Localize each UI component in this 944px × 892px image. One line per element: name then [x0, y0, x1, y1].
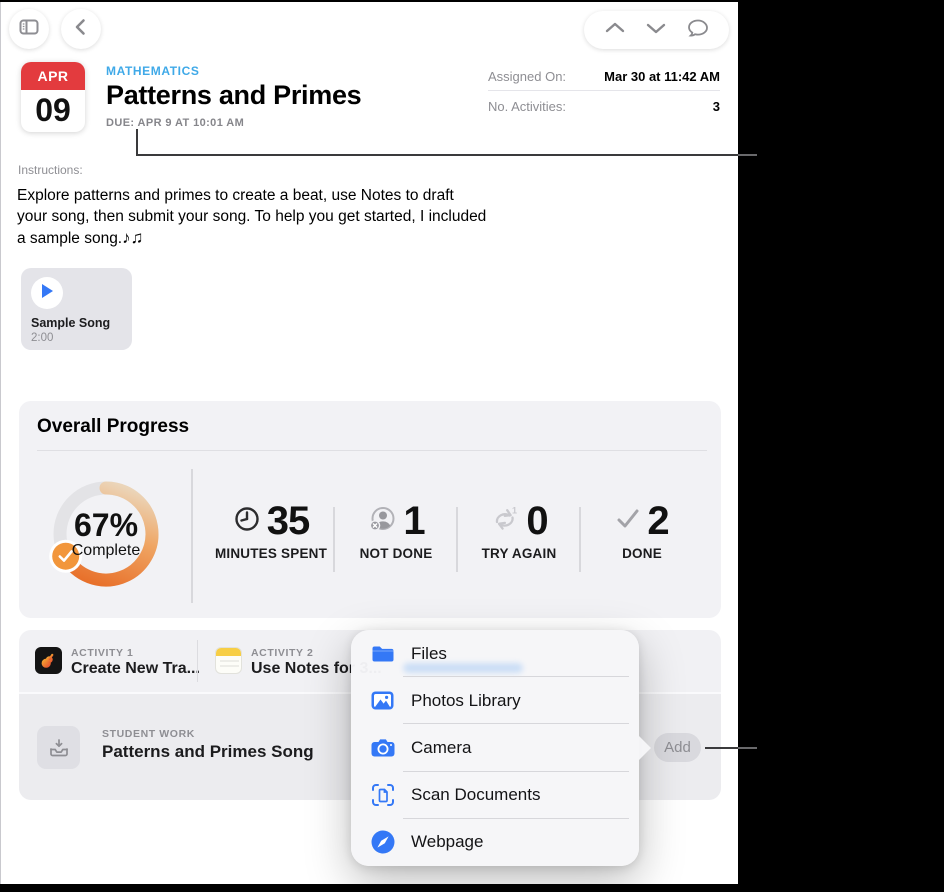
stat-value: 2 [647, 499, 668, 544]
stat-minutes-spent: 35 MINUTES SPENT [204, 499, 338, 561]
menu-item-files[interactable]: Files [351, 630, 639, 677]
due-date-text: DUE: APR 9 AT 10:01 AM [106, 117, 244, 129]
activity-1[interactable]: ACTIVITY 1 Create New Tra... [35, 647, 200, 678]
menu-item-scan-documents[interactable]: Scan Documents [351, 772, 639, 819]
menu-label: Scan Documents [411, 785, 540, 805]
student-work-kind: STUDENT WORK [102, 728, 195, 740]
add-options-popup: Files Photos Library [351, 630, 639, 866]
student-work-title: Patterns and Primes Song [102, 742, 314, 762]
stat-try-again: 1 0 TRY AGAIN [452, 499, 586, 561]
meta-activities-count: No. Activities: 3 [488, 94, 720, 118]
attachment-title: Sample Song [31, 316, 110, 330]
instructions-label: Instructions: [18, 163, 83, 177]
stat-done: 2 DONE [575, 499, 709, 561]
submit-tray-icon [37, 726, 80, 769]
sample-song-attachment[interactable]: Sample Song 2:00 [21, 268, 132, 350]
notes-app-icon [215, 647, 242, 674]
camera-icon [369, 734, 396, 761]
progress-title-divider [37, 450, 707, 451]
chevron-down-button[interactable] [643, 18, 669, 43]
menu-label: Webpage [411, 832, 483, 852]
menu-item-camera[interactable]: Camera [351, 724, 639, 771]
stat-value: 1 [403, 499, 424, 544]
meta-divider [488, 90, 720, 91]
assignment-title: Patterns and Primes [106, 80, 361, 111]
person-not-done-icon [367, 504, 397, 539]
music-notes-icon: ♪♫ [122, 228, 143, 247]
repeat-icon: 1 [490, 504, 520, 539]
photos-icon [369, 687, 396, 714]
folder-icon [369, 640, 396, 667]
svg-text:1: 1 [512, 505, 517, 515]
popup-pointer-arrow [637, 734, 651, 762]
meta-label: Assigned On: [488, 69, 566, 84]
stat-value: 35 [267, 499, 310, 544]
play-button[interactable] [31, 277, 63, 309]
header-toolbar [584, 11, 729, 49]
progress-main-divider [191, 469, 193, 603]
scan-documents-icon [369, 782, 396, 809]
comment-bubble-button[interactable] [685, 16, 711, 45]
meta-label: No. Activities: [488, 99, 566, 114]
compass-icon [369, 829, 396, 856]
meta-value: Mar 30 at 11:42 AM [604, 69, 720, 84]
menu-item-photos-library[interactable]: Photos Library [351, 677, 639, 724]
activities-divider [197, 640, 198, 682]
progress-percent-group: 67% Complete [46, 474, 166, 594]
progress-percent: 67% [74, 509, 138, 541]
activity-kind: ACTIVITY 1 [71, 647, 200, 659]
stat-label: TRY AGAIN [482, 546, 557, 561]
assignment-meta: Assigned On: Mar 30 at 11:42 AM No. Acti… [488, 64, 720, 118]
menu-item-webpage[interactable]: Webpage [351, 819, 639, 866]
schoolwork-app-window: APR 09 MATHEMATICS Patterns and Primes D… [0, 2, 738, 884]
garageband-app-icon [35, 647, 62, 674]
subject-label: MATHEMATICS [106, 64, 199, 78]
back-button[interactable] [61, 9, 101, 49]
checkmark-icon [615, 506, 641, 537]
callout-line-due-stub [738, 154, 757, 156]
due-day: 09 [21, 90, 85, 130]
overall-progress-card: Overall Progress 67% Complete [19, 401, 721, 618]
progress-section-title: Overall Progress [37, 416, 189, 438]
play-icon [40, 283, 54, 304]
back-chevron-icon [71, 17, 91, 42]
callout-line-due-vertical [136, 129, 138, 156]
progress-percent-caption: Complete [72, 542, 140, 560]
callout-line-add-stub [738, 747, 757, 749]
attachment-duration: 2:00 [31, 332, 53, 344]
instructions-text: Explore patterns and primes to create a … [17, 185, 487, 249]
callout-line-add [705, 747, 738, 749]
due-date-badge: APR 09 [21, 62, 85, 132]
chevron-up-button[interactable] [602, 18, 628, 43]
menu-label: Camera [411, 738, 471, 758]
menu-label: Photos Library [411, 691, 521, 711]
stat-not-done: 1 NOT DONE [329, 499, 463, 561]
stat-value: 0 [526, 499, 547, 544]
due-month: APR [21, 62, 85, 90]
sidebar-toggle-button[interactable] [9, 9, 49, 49]
callout-line-due-horizontal [136, 154, 738, 156]
meta-value: 3 [713, 99, 720, 114]
stat-label: DONE [622, 546, 662, 561]
meta-assigned-on: Assigned On: Mar 30 at 11:42 AM [488, 64, 720, 88]
add-work-button[interactable]: Add [654, 733, 701, 762]
sidebar-toggle-icon [17, 15, 41, 44]
stat-label: NOT DONE [360, 546, 433, 561]
menu-label: Files [411, 644, 447, 664]
activity-title: Create New Tra... [71, 660, 200, 678]
stat-label: MINUTES SPENT [215, 546, 327, 561]
clock-icon [233, 505, 261, 538]
